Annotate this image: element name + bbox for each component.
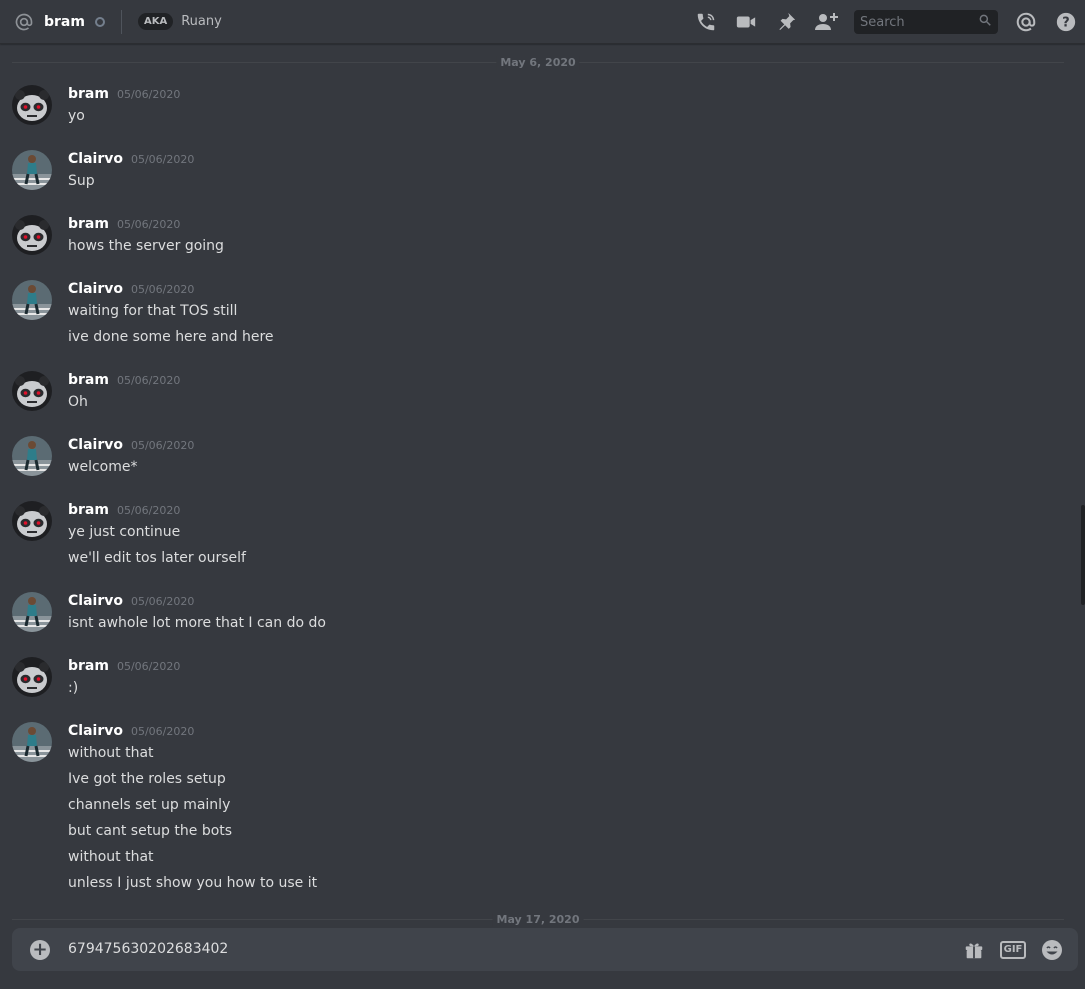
message-text: without that bbox=[68, 745, 154, 761]
message-input[interactable] bbox=[68, 936, 928, 962]
message-text: ive done some here and here bbox=[68, 329, 274, 345]
message-author[interactable]: bram bbox=[68, 657, 109, 675]
message-text: Ive got the roles setup bbox=[68, 771, 226, 787]
add-friend-icon[interactable] bbox=[814, 10, 838, 34]
message-text: unless I just show you how to use it bbox=[68, 875, 318, 891]
avatar[interactable] bbox=[12, 436, 52, 476]
mention-icon[interactable] bbox=[1014, 10, 1038, 34]
chat-header: bram AKA Ruany Search ? bbox=[0, 0, 1085, 44]
message-author[interactable]: bram bbox=[68, 501, 109, 519]
avatar[interactable] bbox=[12, 722, 52, 762]
message-text: but cant setup the bots bbox=[68, 823, 233, 839]
message-timestamp: 05/06/2020 bbox=[116, 504, 181, 517]
message-meta: bram 05/06/2020 bbox=[68, 371, 180, 389]
date-divider: May 6, 2020 bbox=[12, 56, 1064, 70]
avatar[interactable] bbox=[12, 215, 52, 255]
header-divider bbox=[120, 9, 122, 34]
gif-label: GIF bbox=[999, 941, 1027, 959]
date-divider-label: May 6, 2020 bbox=[496, 56, 580, 70]
message-text: welcome* bbox=[68, 459, 138, 475]
message-author[interactable]: Clairvo bbox=[68, 436, 123, 454]
aka-badge: AKA bbox=[137, 13, 174, 30]
message-text: we'll edit tos later ourself bbox=[68, 550, 246, 566]
date-divider-label: May 17, 2020 bbox=[492, 913, 584, 927]
message-meta: Clairvo 05/06/2020 bbox=[68, 722, 194, 740]
message-author[interactable]: bram bbox=[68, 215, 109, 233]
emoji-icon[interactable] bbox=[1040, 938, 1064, 962]
message-timestamp: 05/06/2020 bbox=[130, 439, 195, 452]
add-attachment-icon[interactable]: + bbox=[30, 940, 50, 960]
message-meta: Clairvo 05/06/2020 bbox=[68, 150, 194, 168]
message-meta: bram 05/06/2020 bbox=[68, 501, 180, 519]
message-author[interactable]: Clairvo bbox=[68, 150, 123, 168]
pin-icon[interactable] bbox=[774, 10, 798, 34]
message-author[interactable]: bram bbox=[68, 371, 109, 389]
message-text: waiting for that TOS still bbox=[68, 303, 238, 319]
message-author[interactable]: Clairvo bbox=[68, 592, 123, 610]
avatar[interactable] bbox=[12, 371, 52, 411]
avatar[interactable] bbox=[12, 501, 52, 541]
message-timestamp: 05/06/2020 bbox=[116, 374, 181, 387]
message-meta: Clairvo 05/06/2020 bbox=[68, 436, 194, 454]
aka-name: Ruany bbox=[181, 14, 222, 29]
message-author[interactable]: Clairvo bbox=[68, 280, 123, 298]
message-timestamp: 05/06/2020 bbox=[130, 283, 195, 296]
video-call-icon[interactable] bbox=[734, 10, 758, 34]
gif-icon[interactable]: GIF bbox=[999, 938, 1027, 962]
message-text: Sup bbox=[68, 173, 95, 189]
help-icon[interactable]: ? bbox=[1054, 10, 1078, 34]
scrollbar-thumb[interactable] bbox=[1081, 505, 1085, 605]
avatar[interactable] bbox=[12, 85, 52, 125]
message-timestamp: 05/06/2020 bbox=[116, 88, 181, 101]
message-meta: Clairvo 05/06/2020 bbox=[68, 592, 194, 610]
message-meta: bram 05/06/2020 bbox=[68, 85, 180, 103]
message-composer: + GIF bbox=[12, 928, 1078, 971]
avatar[interactable] bbox=[12, 592, 52, 632]
message-meta: Clairvo 05/06/2020 bbox=[68, 280, 194, 298]
message-timestamp: 05/06/2020 bbox=[130, 595, 195, 608]
message-author[interactable]: bram bbox=[68, 85, 109, 103]
header-toolbar: Search ? bbox=[694, 0, 1085, 44]
date-divider: May 17, 2020 bbox=[12, 913, 1064, 927]
message-timestamp: 05/06/2020 bbox=[116, 218, 181, 231]
message-author[interactable]: Clairvo bbox=[68, 722, 123, 740]
message-text: ye just continue bbox=[68, 524, 181, 540]
search-placeholder: Search bbox=[860, 14, 905, 30]
message-text: hows the server going bbox=[68, 238, 224, 254]
avatar[interactable] bbox=[12, 280, 52, 320]
avatar[interactable] bbox=[12, 657, 52, 697]
phone-call-icon[interactable] bbox=[694, 10, 718, 34]
status-offline-icon bbox=[94, 16, 105, 27]
message-timestamp: 05/06/2020 bbox=[130, 153, 195, 166]
message-text: Oh bbox=[68, 394, 88, 410]
message-meta: bram 05/06/2020 bbox=[68, 657, 180, 675]
message-text: yo bbox=[68, 108, 85, 124]
svg-text:?: ? bbox=[1062, 16, 1069, 31]
gift-icon[interactable] bbox=[962, 938, 986, 962]
search-icon bbox=[978, 13, 992, 31]
message-meta: bram 05/06/2020 bbox=[68, 215, 180, 233]
message-timestamp: 05/06/2020 bbox=[130, 725, 195, 738]
message-text: :) bbox=[68, 680, 79, 696]
message-text: channels set up mainly bbox=[68, 797, 231, 813]
message-text: isnt awhole lot more that I can do do bbox=[68, 615, 326, 631]
search-input[interactable]: Search bbox=[854, 10, 998, 34]
message-text: without that bbox=[68, 849, 154, 865]
at-sign-icon bbox=[14, 12, 34, 32]
avatar[interactable] bbox=[12, 150, 52, 190]
message-timestamp: 05/06/2020 bbox=[116, 660, 181, 673]
channel-name[interactable]: bram bbox=[44, 14, 85, 30]
